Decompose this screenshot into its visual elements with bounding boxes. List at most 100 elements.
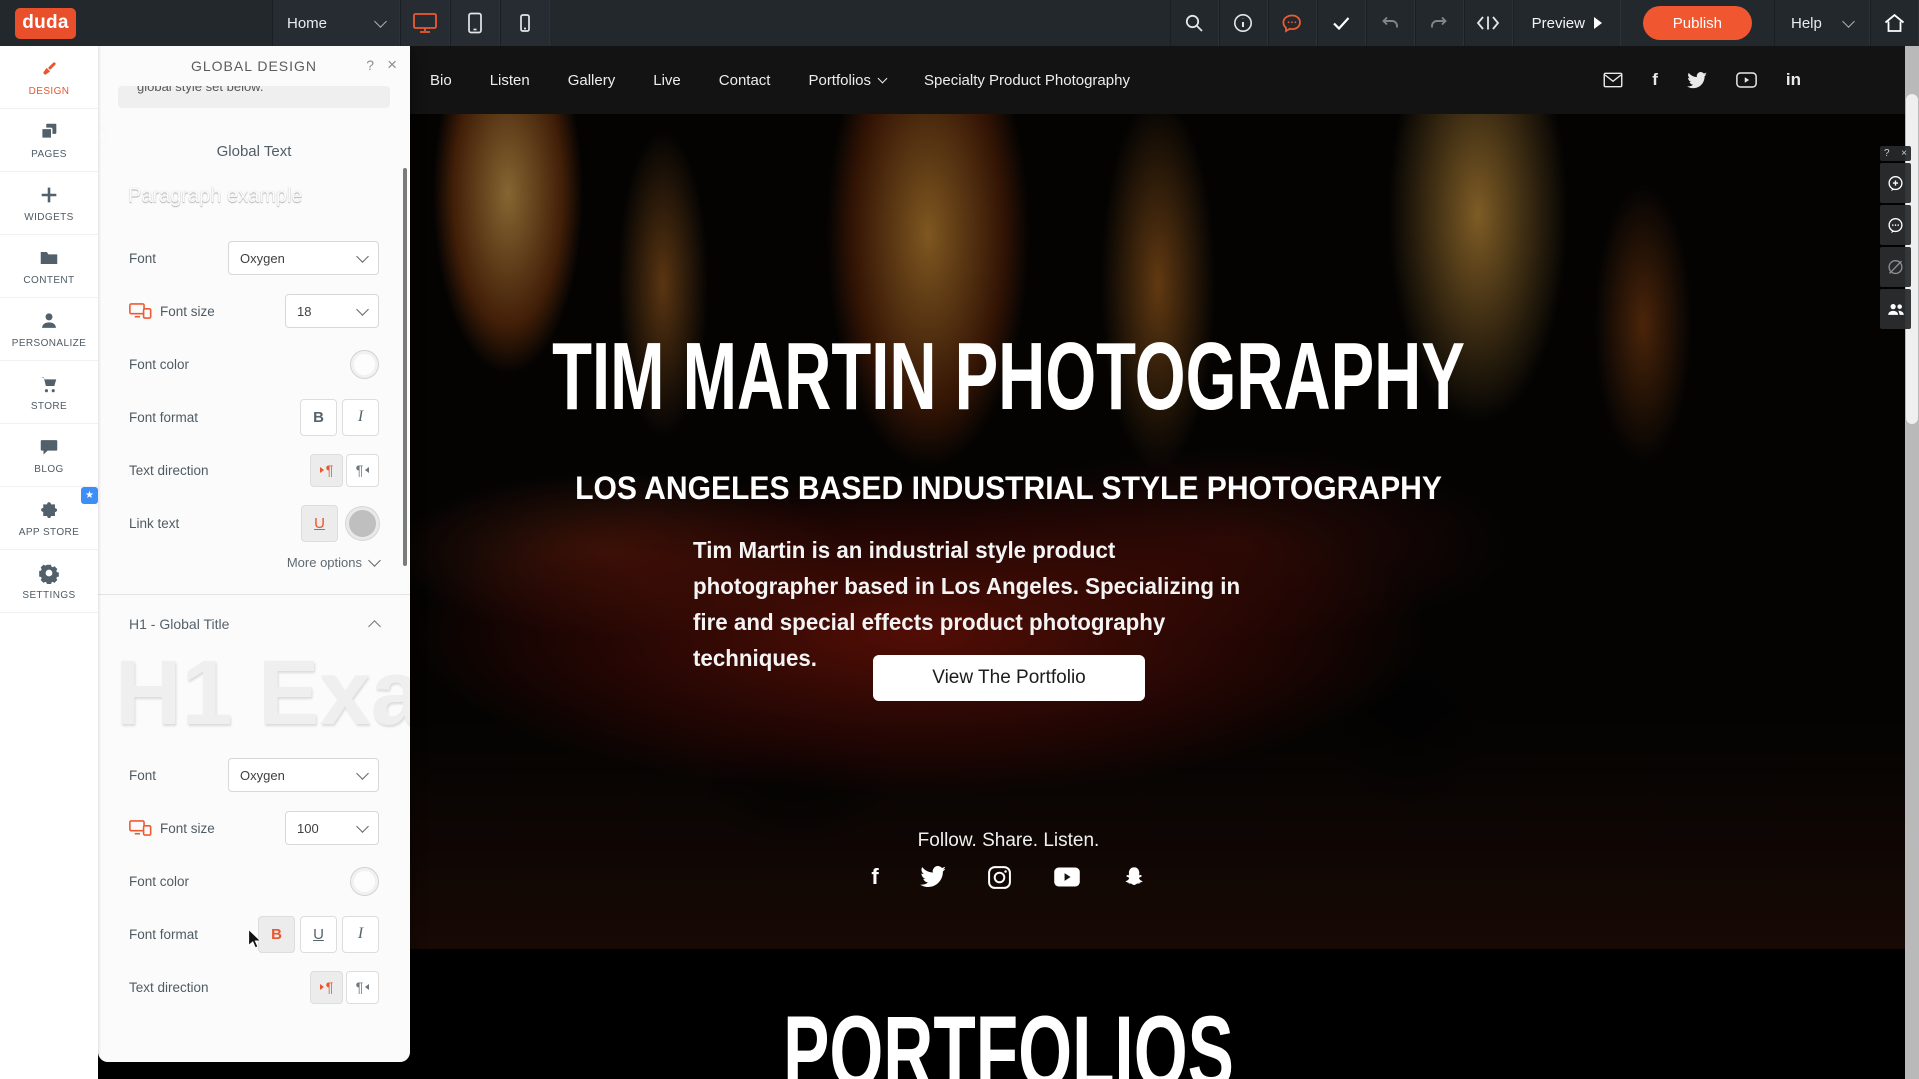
view-portfolio-button[interactable]: View The Portfolio xyxy=(873,655,1145,701)
sidebar-item-content[interactable]: CONTENT xyxy=(0,235,98,298)
duda-logo[interactable]: duda xyxy=(15,8,76,39)
page-selector-label: Home xyxy=(287,15,327,32)
h1-font-color-swatch[interactable] xyxy=(350,867,379,896)
h1-ltr-button[interactable]: ¶ xyxy=(310,971,343,1004)
desktop-view-button[interactable] xyxy=(400,0,450,46)
panel-close-icon[interactable]: × xyxy=(387,55,397,75)
save-confirm-button[interactable] xyxy=(1317,0,1366,46)
gear-icon xyxy=(38,562,60,584)
chevron-down-icon xyxy=(356,250,369,263)
h1-rtl-button[interactable]: ¶ xyxy=(346,971,379,1004)
more-options-label: More options xyxy=(287,555,362,570)
sidebar-item-design[interactable]: DESIGN xyxy=(0,46,98,109)
page-selector-dropdown[interactable]: Home xyxy=(272,0,400,46)
sidebar-item-label: PERSONALIZE xyxy=(12,338,86,349)
mobile-view-button[interactable] xyxy=(500,0,550,46)
global-text-heading: Global Text xyxy=(98,143,410,160)
sidebar-item-settings[interactable]: SETTINGS xyxy=(0,550,98,613)
h1-underline-button[interactable]: U xyxy=(300,916,337,953)
comments-button[interactable] xyxy=(1268,0,1317,46)
panel-help-icon[interactable]: ? xyxy=(366,57,374,73)
developer-mode-button[interactable] xyxy=(1464,0,1513,46)
ltr-button[interactable]: ¶ xyxy=(310,454,343,487)
font-size-label-text: Font size xyxy=(160,304,215,319)
sidebar-item-blog[interactable]: BLOG xyxy=(0,424,98,487)
font-color-label: Font color xyxy=(129,357,189,372)
snapchat-icon[interactable] xyxy=(1122,865,1146,890)
tablet-view-button[interactable] xyxy=(450,0,500,46)
sidebar-item-personalize[interactable]: PERSONALIZE xyxy=(0,298,98,361)
sidebar-item-widgets[interactable]: WIDGETS xyxy=(0,172,98,235)
facebook-icon[interactable]: f xyxy=(871,864,878,890)
site-nav-portfolios[interactable]: Portfolios xyxy=(808,72,886,89)
hide-comments-button[interactable] xyxy=(1880,247,1911,287)
site-nav-listen[interactable]: Listen xyxy=(490,72,530,89)
chevron-down-icon xyxy=(356,303,369,316)
section-divider xyxy=(98,594,410,595)
youtube-icon[interactable] xyxy=(1736,72,1757,88)
panel-scrollbar-thumb[interactable] xyxy=(403,168,407,566)
site-nav-bio[interactable]: Bio xyxy=(430,72,452,89)
help-dropdown[interactable]: Help xyxy=(1774,0,1870,46)
sidebar-item-label: STORE xyxy=(31,401,67,412)
site-nav-gallery[interactable]: Gallery xyxy=(568,72,616,89)
responsive-devices-icon xyxy=(129,820,152,836)
instagram-icon[interactable] xyxy=(987,865,1012,890)
sidebar-item-pages[interactable]: PAGES xyxy=(0,109,98,172)
show-comments-button[interactable] xyxy=(1880,205,1911,245)
sidebar-item-label: PAGES xyxy=(31,149,67,160)
info-icon xyxy=(1232,12,1254,34)
more-options-link[interactable]: More options xyxy=(98,555,410,570)
h1-italic-button[interactable]: I xyxy=(342,916,379,953)
collaborators-button[interactable] xyxy=(1880,289,1911,329)
desktop-icon xyxy=(412,11,438,35)
close-icon[interactable]: × xyxy=(1901,148,1907,159)
font-size-dropdown[interactable]: 18 xyxy=(285,294,379,328)
site-nav-specialty[interactable]: Specialty Product Photography xyxy=(924,72,1130,89)
info-button[interactable] xyxy=(1219,0,1268,46)
add-comment-button[interactable] xyxy=(1880,163,1911,203)
site-nav-social-icons: f in xyxy=(1603,70,1801,90)
search-button[interactable] xyxy=(1170,0,1219,46)
site-nav-live[interactable]: Live xyxy=(653,72,681,89)
global-design-panel: GLOBAL DESIGN ? × global style set below… xyxy=(98,46,410,1062)
h1-section-header[interactable]: H1 - Global Title xyxy=(98,616,410,632)
ltr-arrow-icon xyxy=(320,467,324,473)
link-color-swatch[interactable] xyxy=(346,507,379,540)
h1-font-family-dropdown[interactable]: Oxygen xyxy=(228,758,379,792)
font-label: Font xyxy=(129,251,156,266)
redo-icon xyxy=(1428,12,1450,34)
facebook-icon[interactable]: f xyxy=(1652,70,1658,90)
rtl-button[interactable]: ¶ xyxy=(346,454,379,487)
publish-button[interactable]: Publish xyxy=(1643,6,1752,40)
scrolled-info-banner: global style set below. xyxy=(118,86,390,108)
email-icon[interactable] xyxy=(1603,72,1623,88)
comment-toolbar: ? × xyxy=(1880,146,1911,331)
font-family-dropdown[interactable]: Oxygen xyxy=(228,241,379,275)
preview-label: Preview xyxy=(1532,15,1585,32)
sidebar-item-app-store[interactable]: ★ APP STORE xyxy=(0,487,98,550)
font-color-swatch[interactable] xyxy=(350,350,379,379)
preview-button[interactable]: Preview xyxy=(1513,0,1621,46)
h1-bold-button[interactable]: B xyxy=(258,916,295,953)
site-nav-contact[interactable]: Contact xyxy=(719,72,771,89)
new-badge-star-icon: ★ xyxy=(81,487,98,504)
dashboard-home-button[interactable] xyxy=(1870,0,1919,46)
help-icon[interactable]: ? xyxy=(1884,148,1890,159)
comment-plus-icon xyxy=(1887,175,1904,192)
undo-button[interactable] xyxy=(1366,0,1415,46)
bold-button[interactable]: B xyxy=(300,399,337,436)
play-icon xyxy=(1594,17,1602,29)
sidebar-item-store[interactable]: STORE xyxy=(0,361,98,424)
twitter-icon[interactable] xyxy=(920,866,946,888)
redo-button[interactable] xyxy=(1415,0,1464,46)
chevron-down-icon xyxy=(356,820,369,833)
twitter-icon[interactable] xyxy=(1687,72,1707,89)
italic-button[interactable]: I xyxy=(342,399,379,436)
linkedin-icon[interactable]: in xyxy=(1786,70,1801,90)
tablet-icon xyxy=(463,11,487,35)
rtl-arrow-icon xyxy=(365,467,369,473)
link-underline-button[interactable]: U xyxy=(301,505,338,542)
h1-font-size-dropdown[interactable]: 100 xyxy=(285,811,379,845)
youtube-icon[interactable] xyxy=(1053,867,1081,887)
